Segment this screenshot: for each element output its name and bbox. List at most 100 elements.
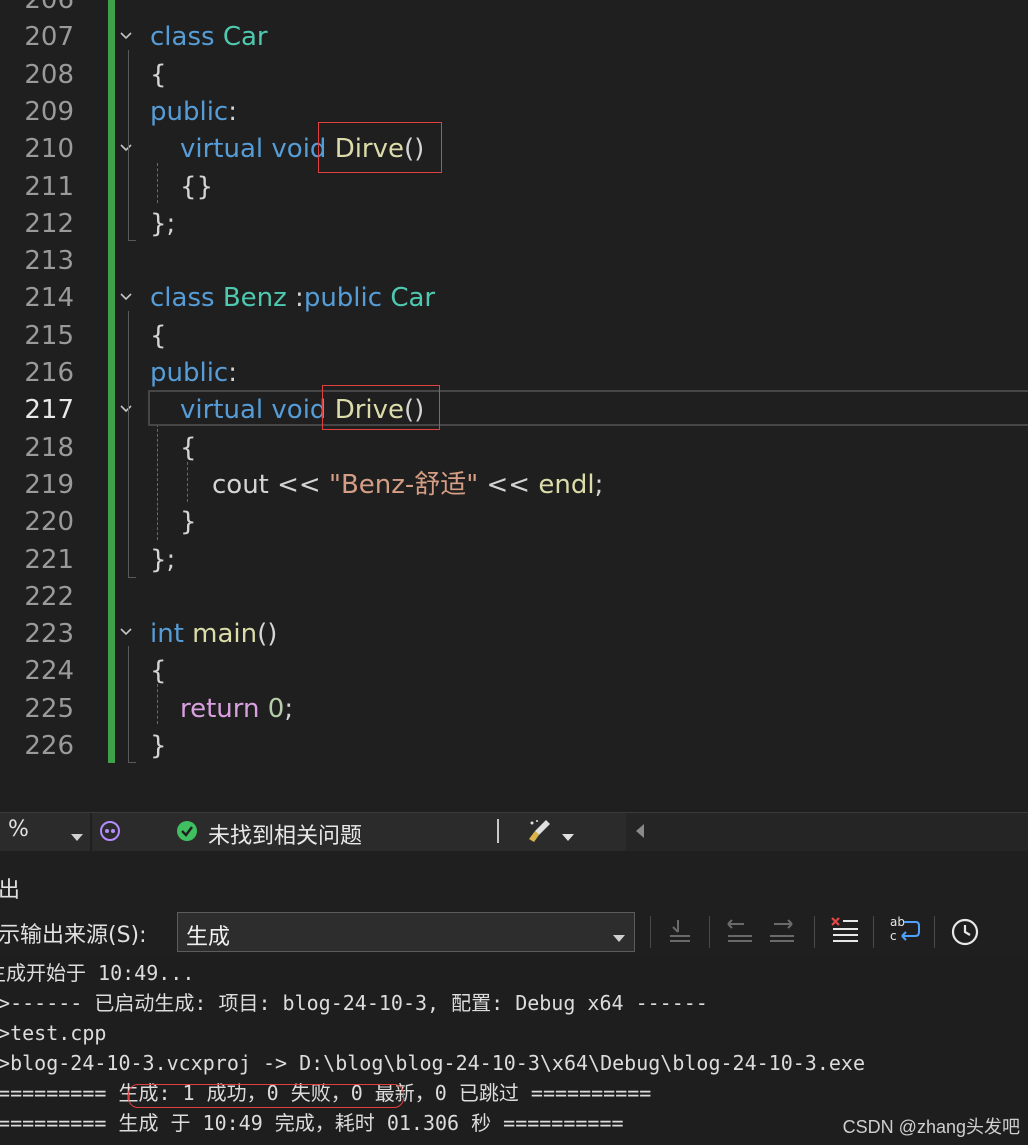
code-line[interactable]: 218 { <box>0 430 1028 467</box>
code-line[interactable]: 208 { <box>0 57 1028 94</box>
code-line[interactable]: 214 class Benz :public Car <box>0 280 1028 317</box>
code-line[interactable]: 212}; <box>0 206 1028 243</box>
code-text: { <box>150 653 167 690</box>
code-token: int <box>150 619 193 650</box>
line-number: 218 <box>24 432 74 463</box>
chevron-down-icon[interactable] <box>561 827 575 846</box>
code-text: cout << "Benz-舒适" << endl; <box>212 467 603 504</box>
line-number: 216 <box>24 358 74 388</box>
line-number: 223 <box>24 619 74 650</box>
divider <box>934 916 935 948</box>
line-number: 212 <box>24 208 74 239</box>
svg-text:c: c <box>890 929 897 943</box>
code-line[interactable]: 216 public: <box>0 355 1028 392</box>
code-text: } <box>150 728 167 765</box>
line-number: 208 <box>24 59 74 90</box>
code-line[interactable]: 225 return 0; <box>0 691 1028 728</box>
cleanup-brush-icon[interactable] <box>526 817 554 849</box>
copilot-icon[interactable] <box>98 819 122 847</box>
code-line[interactable]: 210 virtual void Dirve() <box>0 131 1028 168</box>
watermark: CSDN @zhang头发吧 <box>842 1117 1020 1137</box>
code-token: class <box>150 283 223 314</box>
code-editor[interactable]: 206 207 class Car 208 {209 public: 210 virtual … <box>0 0 1028 812</box>
code-text: }; <box>150 542 175 579</box>
code-token: << <box>478 469 539 500</box>
annotation-box-dirve <box>318 122 442 173</box>
code-token: endl <box>538 469 595 500</box>
scope-guide <box>157 424 158 540</box>
output-source-select[interactable]: 生成 <box>177 912 635 952</box>
code-text: class Car <box>150 19 268 56</box>
timestamp-clock-icon[interactable] <box>950 917 980 951</box>
code-line[interactable]: 222 <box>0 579 1028 616</box>
line-number: 215 <box>24 320 74 351</box>
fold-arrow-icon[interactable] <box>117 279 137 316</box>
code-line[interactable]: 221}; <box>0 542 1028 579</box>
scope-guide <box>128 240 136 241</box>
scope-guide <box>128 311 129 577</box>
line-number: 213 <box>24 246 74 277</box>
code-line[interactable]: 209 public: <box>0 94 1028 131</box>
code-token: () <box>257 619 278 650</box>
line-number: 211 <box>24 171 74 202</box>
code-token: "Benz-舒适" <box>328 469 479 500</box>
code-line[interactable]: 207 class Car <box>0 19 1028 56</box>
scope-guide <box>128 762 136 763</box>
code-line[interactable]: 226} <box>0 728 1028 765</box>
scroll-left-icon[interactable] <box>634 823 646 843</box>
check-circle-icon <box>176 820 198 846</box>
code-line[interactable]: 215 { <box>0 318 1028 355</box>
zoom-level[interactable]: % <box>8 817 29 842</box>
code-token: class <box>150 22 223 53</box>
code-token: public <box>150 358 229 388</box>
output-line: 1>test.cpp <box>0 1021 107 1045</box>
output-text-area[interactable]: 生成开始于 10:49... 1>------ 已启动生成: 项目: blog-… <box>0 958 1028 1145</box>
code-token: public <box>150 96 229 127</box>
divider <box>90 813 92 851</box>
scope-guide <box>128 577 136 578</box>
next-message-icon[interactable] <box>768 916 798 950</box>
code-token: ; <box>594 469 604 500</box>
line-number: 224 <box>24 656 74 687</box>
output-line: 1>blog-24-10-3.vcxproj -> D:\blog\blog-2… <box>0 1051 865 1075</box>
code-line[interactable]: 206 <box>0 0 1028 19</box>
code-line[interactable]: 213 <box>0 243 1028 280</box>
code-line[interactable]: 223 int main() <box>0 616 1028 653</box>
code-token: 0 <box>267 693 285 724</box>
svg-text:ab: ab <box>890 915 905 929</box>
fold-arrow-icon[interactable] <box>117 391 137 428</box>
output-line: 1>------ 已启动生成: 项目: blog-24-10-3, 配置: De… <box>0 991 708 1015</box>
find-previous-icon[interactable] <box>664 916 694 950</box>
code-token: }; <box>150 544 176 575</box>
line-number: 217 <box>24 395 74 426</box>
divider <box>497 819 499 843</box>
horizontal-scrollbar[interactable] <box>626 813 1028 851</box>
code-text: class Benz :public Car <box>150 280 435 317</box>
output-line: 生成开始于 10:49... <box>0 961 195 985</box>
code-line[interactable]: 211 {} <box>0 169 1028 206</box>
fold-arrow-icon[interactable] <box>117 130 137 167</box>
issues-status[interactable]: 未找到相关问题 <box>208 818 362 850</box>
code-token: : <box>228 96 237 127</box>
chevron-down-icon <box>612 928 626 947</box>
code-token: cout << <box>212 469 329 500</box>
code-text: } <box>180 504 197 541</box>
code-line[interactable]: 224 { <box>0 653 1028 690</box>
line-number: 221 <box>24 544 74 575</box>
editor-status-bar: % 未找到相关问题 <box>0 812 1028 851</box>
code-text: return 0; <box>180 691 293 728</box>
code-line[interactable]: 220} <box>0 504 1028 541</box>
previous-message-icon[interactable] <box>724 916 754 950</box>
code-token: Car <box>390 283 436 314</box>
code-token: return <box>180 693 268 724</box>
fold-arrow-icon[interactable] <box>117 614 137 651</box>
code-line[interactable]: 219 cout << "Benz-舒适" << endl; <box>0 467 1028 504</box>
word-wrap-icon[interactable]: ab c <box>888 914 922 950</box>
clear-all-icon[interactable] <box>830 914 860 950</box>
fold-arrow-icon[interactable] <box>117 18 137 55</box>
output-line: ========== 生成 于 10:49 完成，耗时 01.306 秒 ===… <box>0 1111 624 1135</box>
dropdown-icon[interactable] <box>70 827 84 846</box>
scope-guide <box>128 50 129 240</box>
code-token: } <box>180 507 197 538</box>
line-number: 207 <box>24 22 74 53</box>
